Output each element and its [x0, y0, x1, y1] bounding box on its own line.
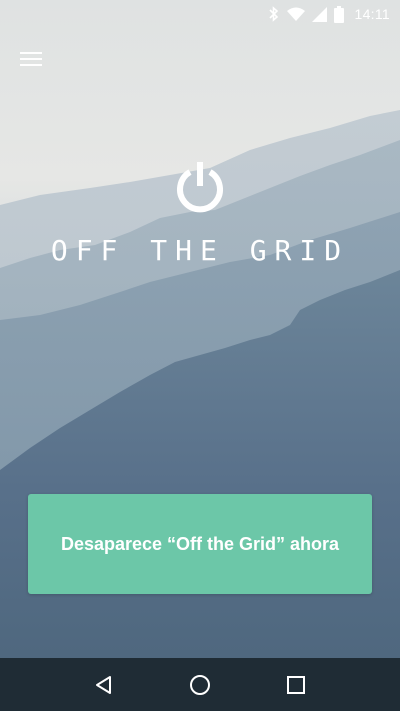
- recents-icon: [287, 675, 305, 694]
- battery-icon: [333, 5, 344, 23]
- signal-icon: [311, 6, 327, 22]
- power-icon: [177, 162, 223, 213]
- bluetooth-icon: [268, 6, 280, 22]
- mountain-background: [0, 0, 400, 711]
- status-time: 14:11: [354, 6, 390, 22]
- back-button[interactable]: [84, 665, 124, 705]
- go-off-grid-button[interactable]: Desaparece “Off the Grid” ahora: [28, 494, 372, 594]
- status-bar: 14:11: [0, 0, 400, 28]
- app-screen: 14:11 OFF THE GRID Desaparece “Off the G…: [0, 0, 400, 711]
- home-button[interactable]: [180, 665, 220, 705]
- hamburger-menu-icon: [20, 52, 42, 66]
- home-icon: [190, 674, 210, 695]
- navigation-bar: [0, 658, 400, 711]
- back-icon: [96, 675, 111, 694]
- wifi-icon: [286, 7, 305, 21]
- recents-button[interactable]: [276, 665, 316, 705]
- hamburger-menu-button[interactable]: [12, 44, 50, 74]
- app-title: OFF THE GRID: [50, 234, 350, 267]
- go-off-grid-button-label: Desaparece “Off the Grid” ahora: [60, 533, 340, 554]
- app-logo: OFF THE GRID: [0, 160, 400, 267]
